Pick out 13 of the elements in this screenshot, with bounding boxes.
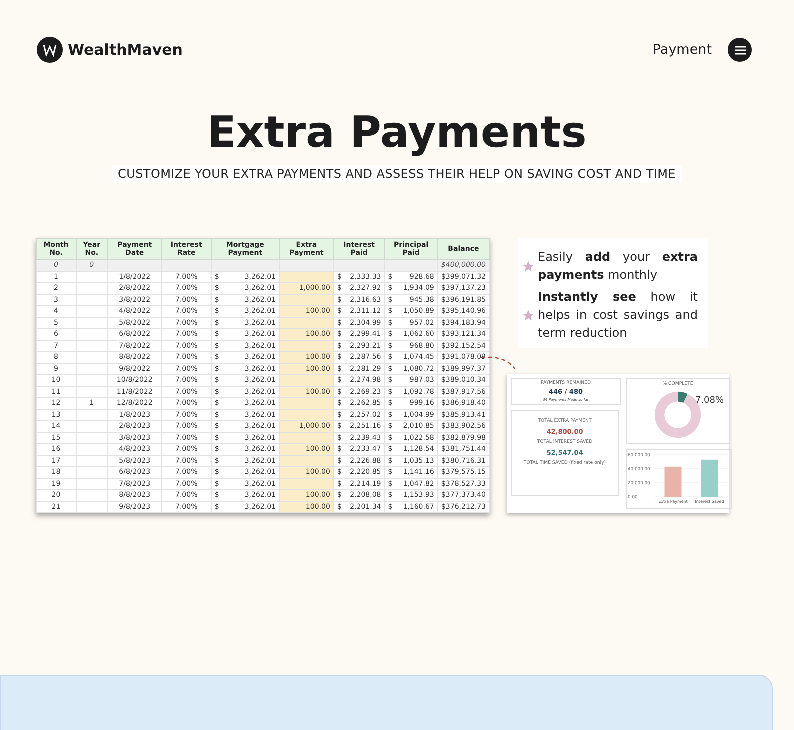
chart-bar bbox=[701, 460, 718, 497]
nav-link[interactable]: Payment bbox=[652, 42, 712, 58]
brand-name[interactable]: WealthMaven bbox=[68, 41, 183, 59]
page-subtitle: CUSTOMIZE YOUR EXTRA PAYMENTS AND ASSESS THEIR HELP ON SAVING COST AND TIME bbox=[112, 165, 682, 183]
star-icon bbox=[522, 308, 535, 322]
logo-icon bbox=[37, 37, 63, 63]
feature-text: Instantly see how it helps in cost savings and term reduction bbox=[538, 289, 698, 342]
menu-button[interactable] bbox=[728, 38, 752, 62]
page-title: Extra Payments bbox=[206, 107, 588, 159]
menu-icon bbox=[734, 46, 746, 54]
chart-bar bbox=[664, 466, 682, 497]
star-icon bbox=[522, 260, 535, 272]
percent-value: 7.08% bbox=[695, 396, 724, 406]
